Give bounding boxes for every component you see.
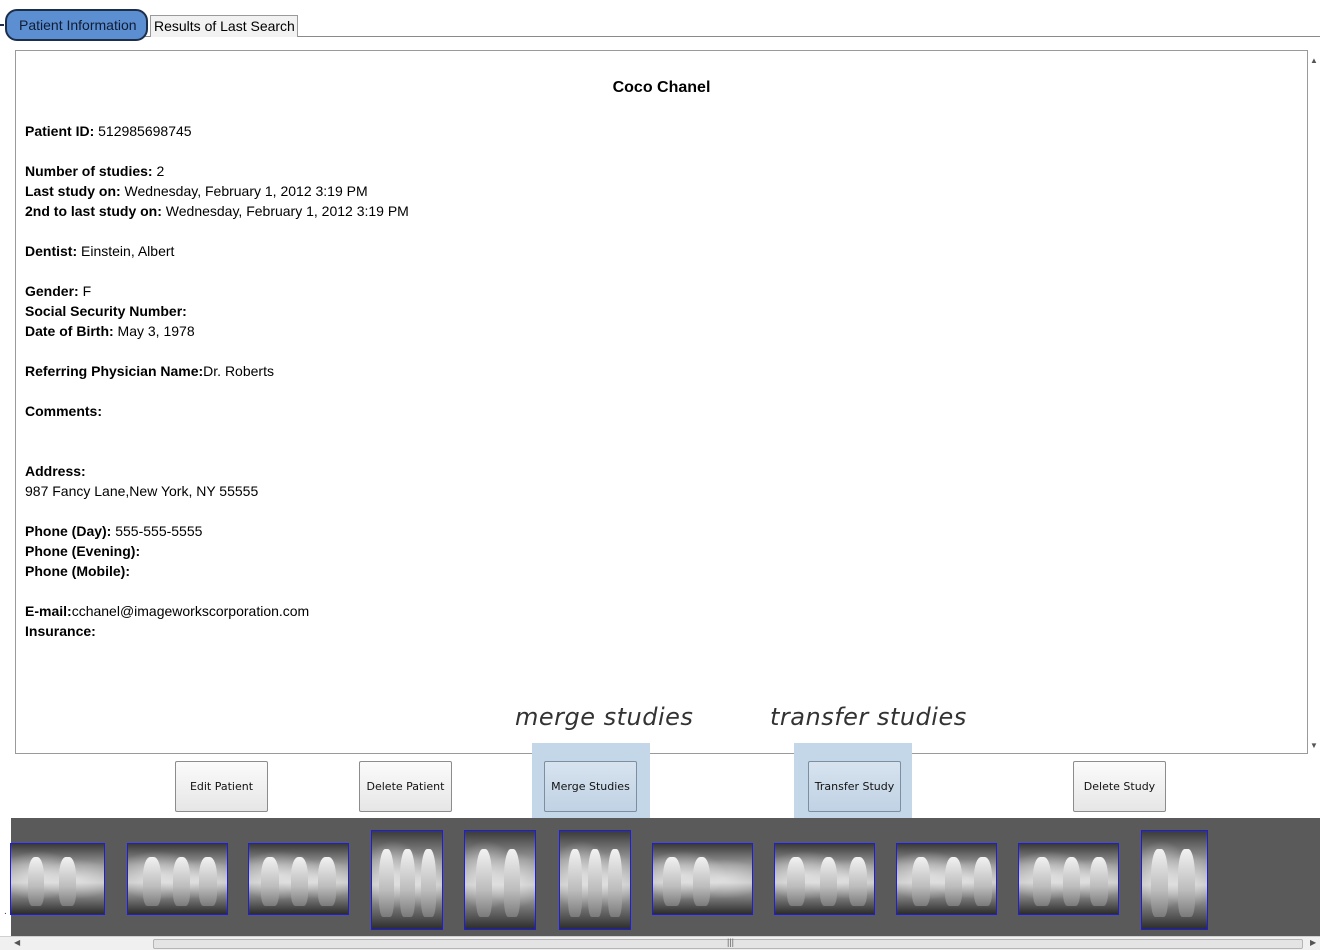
xray-thumbnail-3[interactable]: [248, 843, 349, 915]
field-value: cchanel@imageworkscorporation.com: [71, 603, 310, 619]
field-value: F: [78, 283, 92, 299]
patient-id-line: Patient ID: 512985698745: [25, 122, 192, 140]
last-study-line: Last study on: Wednesday, February 1, 20…: [25, 182, 368, 200]
transfer-studies-annotation: transfer studies: [770, 703, 967, 731]
number-of-studies-line: Number of studies: 2: [25, 162, 164, 180]
phone-day-line: Phone (Day): 555-555-5555: [25, 522, 202, 540]
xray-thumbnail-9[interactable]: [896, 843, 997, 915]
phone-evening-line: Phone (Evening):: [25, 542, 140, 560]
field-label: Gender:: [25, 283, 79, 299]
field-label: Referring Physician Name:: [25, 363, 204, 379]
xray-thumbnail-2[interactable]: [127, 843, 228, 915]
arrow-right-icon[interactable]: ▶: [1310, 938, 1316, 947]
horizontal-scrollbar[interactable]: ◀ ||| ▶: [0, 936, 1320, 950]
dentist-line: Dentist: Einstein, Albert: [25, 242, 174, 260]
insurance-line: Insurance:: [25, 622, 96, 640]
gender-line: Gender: F: [25, 282, 91, 300]
field-label: Phone (Evening):: [25, 543, 141, 559]
merge-studies-annotation: merge studies: [515, 703, 694, 731]
field-label: Date of Birth:: [25, 323, 114, 339]
field-label: 2nd to last study on:: [25, 203, 162, 219]
vertical-scrollbar[interactable]: ▲ ▼: [1308, 50, 1320, 754]
patient-name: Coco Chanel: [612, 79, 711, 96]
strip-marker: .: [4, 906, 7, 917]
arrow-down-icon[interactable]: ▼: [1310, 741, 1318, 750]
field-label: Address:: [25, 463, 86, 479]
field-value: May 3, 1978: [113, 323, 195, 339]
field-label: Insurance:: [25, 623, 96, 639]
field-value: Wednesday, February 1, 2012 3:19 PM: [120, 183, 368, 199]
arrow-left-icon[interactable]: ◀: [14, 938, 20, 947]
comments-line: Comments:: [25, 402, 102, 420]
xray-thumbnail-10[interactable]: [1018, 843, 1119, 915]
thumbnail-strip: [10, 818, 1320, 936]
second-last-study-line: 2nd to last study on: Wednesday, Februar…: [25, 202, 409, 220]
edit-patient-button[interactable]: Edit Patient: [175, 761, 268, 812]
patient-info-panel: Coco Chanel Patient ID: 512985698745 Num…: [15, 50, 1308, 754]
email-line: E-mail:cchanel@imageworkscorporation.com: [25, 602, 309, 620]
scrollbar-thumb[interactable]: |||: [153, 937, 1303, 949]
tab-bar: Patient Information Results of Last Sear…: [0, 0, 1320, 41]
field-label: Phone (Day):: [25, 523, 112, 539]
delete-patient-button[interactable]: Delete Patient: [359, 761, 452, 812]
field-value: 555-555-5555: [111, 523, 203, 539]
field-label: Social Security Number:: [25, 303, 187, 319]
transfer-study-button[interactable]: Transfer Study: [808, 761, 901, 812]
tab-results-of-last-search[interactable]: Results of Last Search: [150, 15, 298, 37]
field-label: Patient ID:: [25, 123, 95, 139]
referring-physician-line: Referring Physician Name:Dr. Roberts: [25, 362, 274, 380]
phone-mobile-line: Phone (Mobile):: [25, 562, 130, 580]
field-value: 512985698745: [94, 123, 192, 139]
xray-thumbnail-8[interactable]: [774, 843, 875, 915]
field-value: Einstein, Albert: [77, 243, 175, 259]
field-label: Comments:: [25, 403, 103, 419]
date-of-birth-line: Date of Birth: May 3, 1978: [25, 322, 195, 340]
field-label: E-mail:: [25, 603, 72, 619]
field-label: Number of studies:: [25, 163, 153, 179]
address-label-line: Address:: [25, 462, 86, 480]
xray-thumbnail-11[interactable]: [1141, 830, 1208, 930]
delete-study-button[interactable]: Delete Study: [1073, 761, 1166, 812]
field-value: 2: [152, 163, 165, 179]
xray-thumbnail-6[interactable]: [559, 830, 631, 930]
xray-thumbnail-7[interactable]: [652, 843, 753, 915]
xray-thumbnail-4[interactable]: [371, 830, 443, 930]
address-value-line: 987 Fancy Lane,New York, NY 55555: [25, 482, 258, 500]
field-value: Dr. Roberts: [203, 363, 274, 379]
tab-patient-information[interactable]: Patient Information: [5, 9, 148, 41]
tab-marker: [0, 24, 4, 26]
xray-thumbnail-1[interactable]: [10, 843, 105, 915]
field-label: Dentist:: [25, 243, 78, 259]
field-value: 987 Fancy Lane,New York, NY 55555: [25, 483, 259, 499]
merge-studies-button[interactable]: Merge Studies: [544, 761, 637, 812]
field-value: Wednesday, February 1, 2012 3:19 PM: [161, 203, 409, 219]
scrollbar-grip: |||: [727, 937, 735, 947]
ssn-line: Social Security Number:: [25, 302, 187, 320]
field-label: Phone (Mobile):: [25, 563, 130, 579]
arrow-up-icon[interactable]: ▲: [1310, 56, 1318, 65]
field-label: Last study on:: [25, 183, 121, 199]
xray-thumbnail-5[interactable]: [464, 830, 536, 930]
